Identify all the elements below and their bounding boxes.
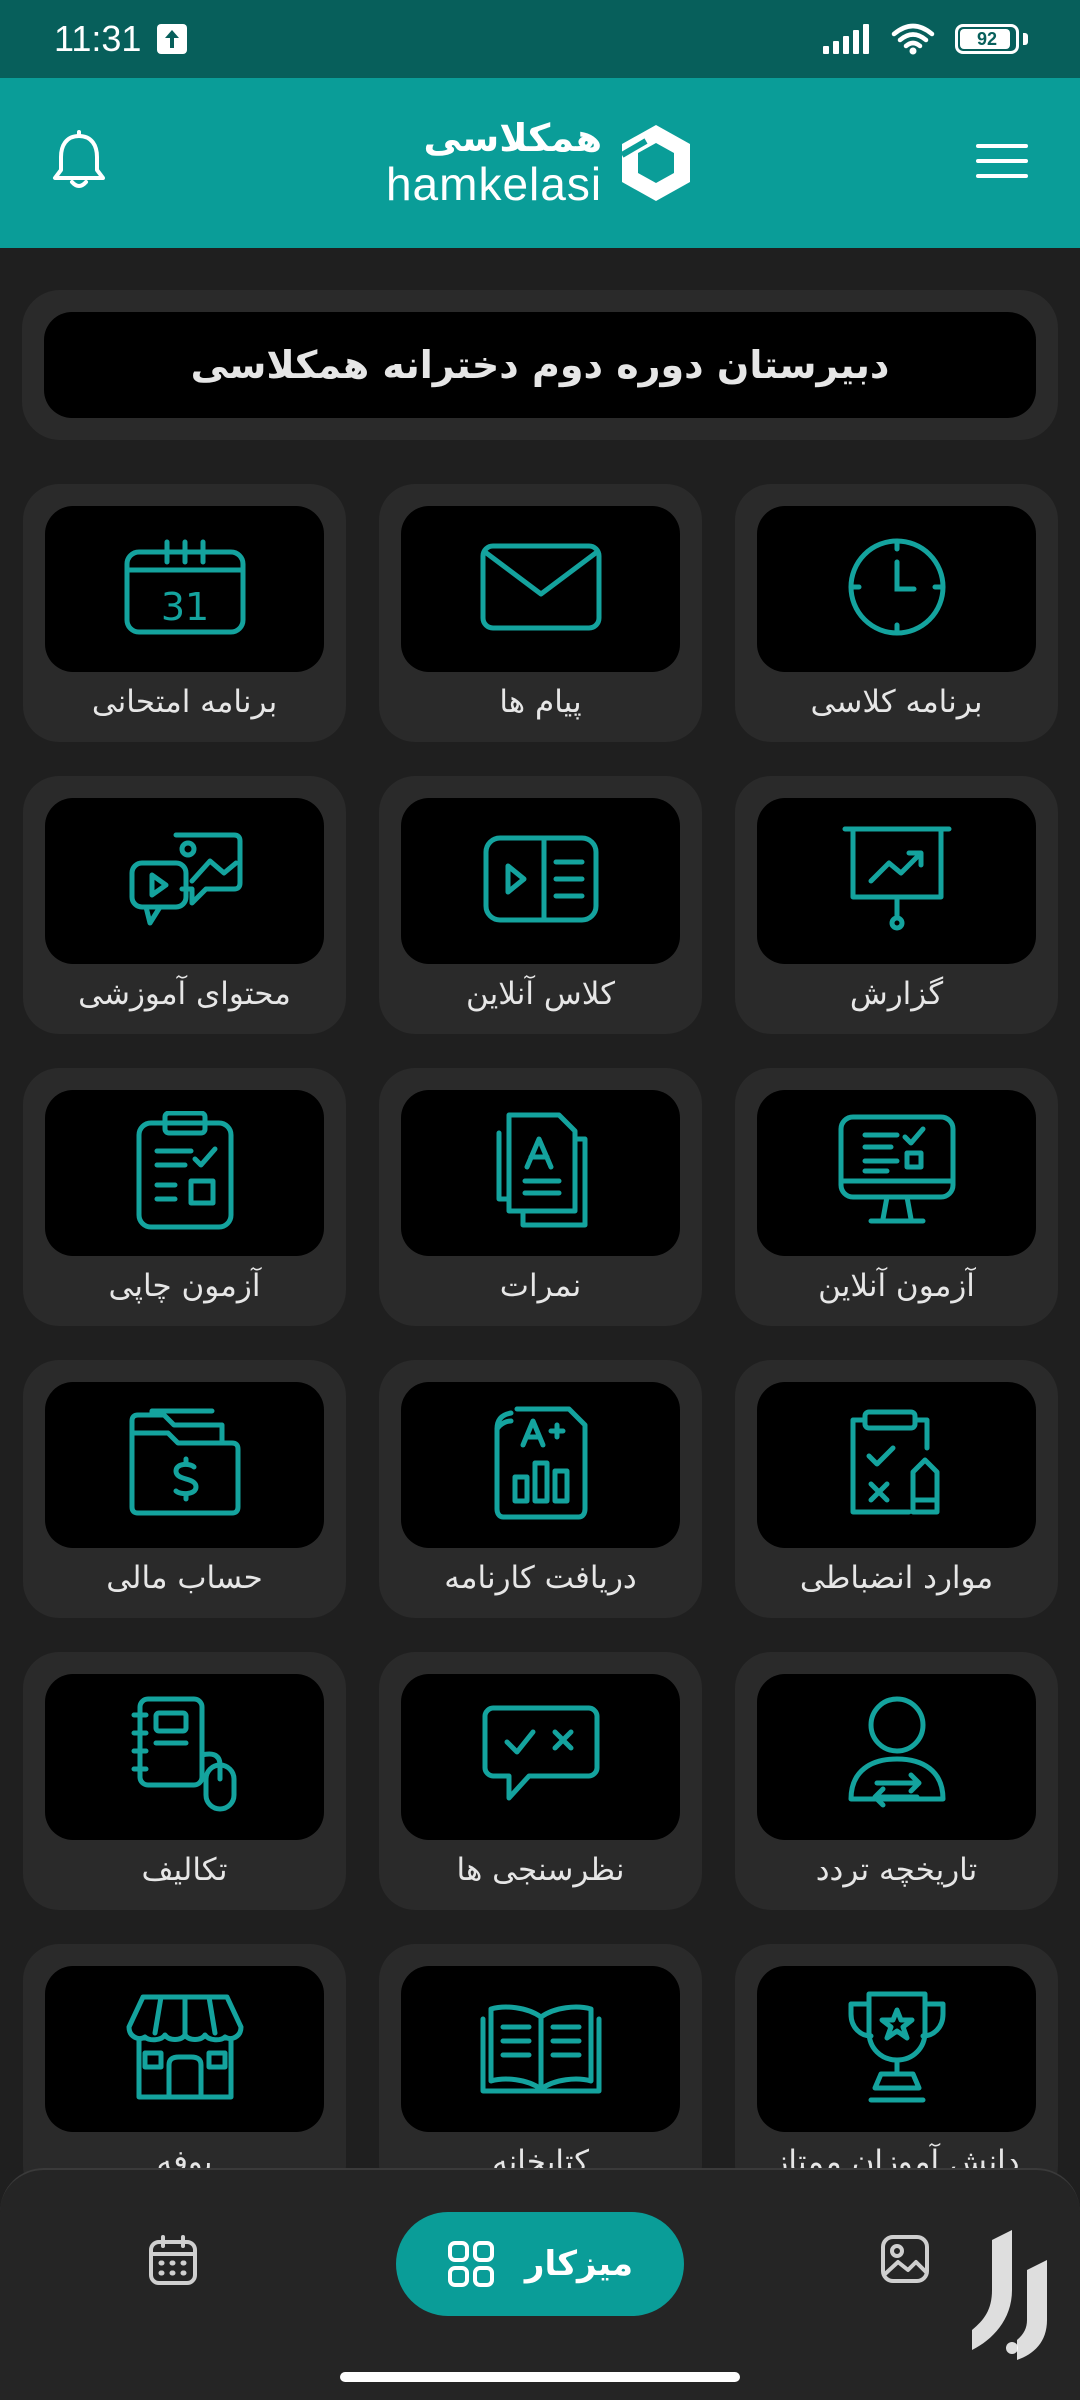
tile-label: نظرسنجی ها: [456, 1852, 625, 1888]
grade-document-icon: [489, 1111, 593, 1235]
image-icon: [881, 2235, 929, 2283]
monitor-checklist-icon: [837, 1113, 957, 1233]
tile-label: تاریخچه تردد: [815, 1852, 978, 1888]
feature-grid: برنامه کلاسی پیام ها 31 برنامه امتحانی گ…: [22, 484, 1058, 2202]
tile-attendance-history[interactable]: تاریخچه تردد: [735, 1652, 1058, 1910]
report-card-icon: [493, 1405, 589, 1525]
folder-dollar-icon: [128, 1407, 242, 1523]
upload-icon: [157, 24, 188, 54]
tile-buffet[interactable]: بوفه: [23, 1944, 346, 2202]
calendar-31-icon: 31: [123, 538, 247, 640]
tile-label: دریافت کارنامه: [444, 1560, 637, 1596]
grid-icon: [447, 2241, 494, 2287]
tile-label: پیام ها: [499, 684, 582, 720]
clock-icon: [842, 532, 952, 646]
tile-class-schedule[interactable]: برنامه کلاسی: [735, 484, 1058, 742]
tile-messages[interactable]: پیام ها: [379, 484, 702, 742]
tile-homework[interactable]: تکالیف: [23, 1652, 346, 1910]
tile-online-exam[interactable]: آزمون آنلاین: [735, 1068, 1058, 1326]
tile-online-class[interactable]: کلاس آنلاین: [379, 776, 702, 1034]
tile-surveys[interactable]: نظرسنجی ها: [379, 1652, 702, 1910]
tile-label: کلاس آنلاین: [466, 976, 615, 1012]
clipboard-checklist-icon: [135, 1110, 235, 1235]
store-icon: [125, 1993, 245, 2105]
open-book-icon: [479, 1997, 603, 2101]
tile-exam-schedule[interactable]: 31 برنامه امتحانی: [23, 484, 346, 742]
tile-label: حساب مالی: [106, 1560, 263, 1596]
battery-level: 92: [976, 28, 998, 49]
battery-icon: 92: [955, 24, 1019, 54]
signal-icon: [823, 24, 869, 54]
tile-library[interactable]: کتابخانه: [379, 1944, 702, 2202]
school-name: دبیرستان دوره دوم دخترانه همکلاسی: [44, 312, 1036, 418]
trophy-icon: [845, 1988, 949, 2110]
tile-label: تکالیف: [141, 1852, 228, 1888]
app-header: همکلاسی hamkelasi: [0, 78, 1080, 248]
svg-text:31: 31: [160, 585, 208, 629]
desk-label: میزکار: [524, 2244, 634, 2284]
logo-english: hamkelasi: [385, 158, 603, 210]
notifications-button[interactable]: [50, 130, 108, 196]
home-indicator: [340, 2372, 740, 2382]
status-right: 92: [821, 23, 1028, 55]
tile-educational-content[interactable]: محتوای آموزشی: [23, 776, 346, 1034]
tile-report-card[interactable]: دریافت کارنامه: [379, 1360, 702, 1618]
desk-button[interactable]: میزکار: [396, 2212, 684, 2316]
status-left: 11:31: [54, 18, 188, 60]
tile-report[interactable]: گزارش: [735, 776, 1058, 1034]
tile-label: آزمون چاپی: [108, 1268, 261, 1304]
tile-label: برنامه کلاسی: [810, 684, 983, 720]
presentation-chart-icon: [841, 823, 953, 939]
wifi-icon: [891, 23, 935, 55]
logo-persian: همکلاسی: [423, 116, 603, 160]
tile-grades[interactable]: نمرات: [379, 1068, 702, 1326]
nav-gallery-button[interactable]: [880, 2234, 930, 2288]
tile-label: برنامه امتحانی: [91, 684, 278, 720]
calendar-icon: [149, 2235, 197, 2285]
survey-bubble-icon: [481, 1704, 601, 1810]
menu-button[interactable]: [974, 141, 1030, 185]
battery-tip: [1023, 33, 1028, 45]
nav-calendar-button[interactable]: [148, 2234, 198, 2290]
video-lesson-icon: [482, 834, 600, 928]
tile-financial-account[interactable]: حساب مالی: [23, 1360, 346, 1618]
tile-printed-exam[interactable]: آزمون چاپی: [23, 1068, 346, 1326]
bottom-nav: میزکار: [0, 2168, 1080, 2400]
tile-label: گزارش: [849, 976, 944, 1012]
user-transfer-icon: [845, 1695, 949, 1819]
app-logo: همکلاسی hamkelasi: [386, 119, 696, 207]
hamburger-icon: [976, 144, 1028, 178]
tile-label: آزمون آنلاین: [818, 1268, 975, 1304]
tile-top-students[interactable]: دانش آموزان ممتاز: [735, 1944, 1058, 2202]
clipboard-pencil-icon: [847, 1408, 947, 1522]
status-bar: 11:31 92: [0, 0, 1080, 78]
clock-time: 11:31: [54, 18, 142, 59]
tile-label: نمرات: [499, 1268, 582, 1304]
envelope-icon: [479, 542, 603, 636]
tile-label: محتوای آموزشی: [78, 976, 291, 1012]
media-content-icon: [126, 829, 244, 933]
tile-disciplinary[interactable]: موارد انضباطی: [735, 1360, 1058, 1618]
logo-text: همکلاسی hamkelasi: [386, 119, 602, 207]
school-card: دبیرستان دوره دوم دخترانه همکلاسی: [22, 290, 1058, 440]
tile-label: موارد انضباطی: [799, 1560, 994, 1596]
store-watermark-logo: [972, 2230, 1047, 2360]
logo-hexagon-icon: [620, 125, 691, 201]
bell-icon: [53, 130, 105, 188]
notebook-mouse-icon: [130, 1695, 240, 1819]
